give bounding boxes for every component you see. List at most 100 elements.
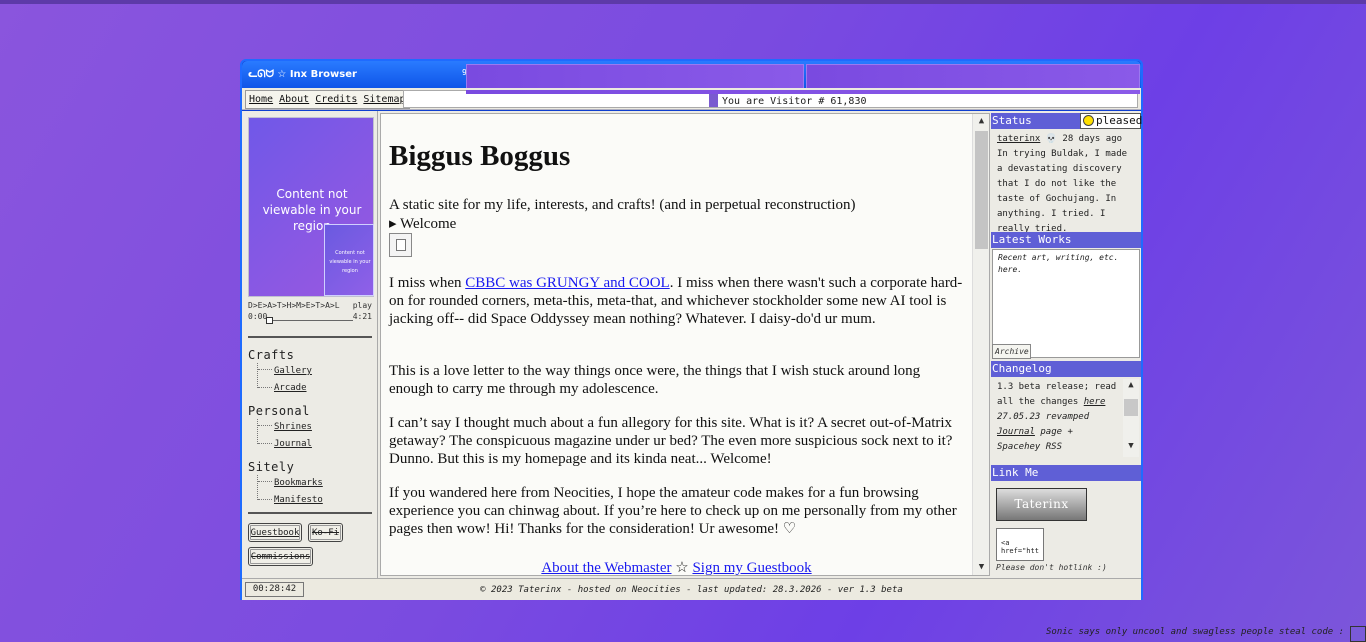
right-sidebar: Status pleased taterinx 💀 28 days ago In … [991,113,1143,578]
scroll-up-icon[interactable]: ▲ [973,114,989,129]
changelog-entry-2: revamped [1040,412,1090,422]
nav-home[interactable]: Home [249,94,273,105]
nav-credits[interactable]: Credits [315,94,357,105]
window-body: Content not viewable in your region Cont… [242,111,1143,578]
main-content: Biggus Boggus A static site for my life,… [380,113,990,576]
divider [248,336,372,338]
section-sitely: Sitely [248,460,295,474]
mood-text: pleased [1096,114,1143,127]
tree-branch [258,443,272,444]
tab-2[interactable] [806,64,1140,90]
about-webmaster-link[interactable]: About the Webmaster [541,560,671,575]
window-title: ᓚᘏᗢ ☆ Inx Browser [248,69,357,80]
kofi-button[interactable]: Ko-Fi [308,523,343,542]
title-bar: ᓚᘏᗢ ☆ Inx Browser 9 [242,61,1141,90]
commissions-button[interactable]: Commissions [248,547,313,566]
latest-works-subtitle: Recent art, writing, etc. here. [998,253,1119,274]
visitor-counter: You are Visitor # 61,830 [709,94,867,107]
status-box: taterinx 💀 28 days ago In trying Buldak, … [992,130,1140,234]
top-edge [0,0,1366,4]
tab-1[interactable] [466,64,804,90]
changelog-date: 27.05.23 [997,412,1041,422]
status-time: 28 days ago [1062,134,1123,144]
link-bookmarks[interactable]: Bookmarks [274,478,323,488]
link-journal[interactable]: Journal [274,439,312,449]
status-text: In trying Buldak, I made a devastating d… [997,149,1128,234]
visitor-text: You are Visitor # 61,830 [722,96,867,107]
latest-works-box: Recent art, writing, etc. here. [992,249,1140,358]
player-mini-preview: Content not viewable in your region [324,224,374,296]
sonic-footer: Sonic says only uncool and swagless peop… [1045,627,1344,637]
main-scrollbar[interactable]: ▲ ▼ [972,114,989,575]
page-title: Biggus Boggus [389,140,571,172]
hotlink-note: Please don't hotlink :) [996,563,1107,572]
changelog-header: Changelog [991,361,1141,377]
track-info: D>E>A>T>H>M>E>T>A>L play [248,301,374,310]
mini-blocked-message: Content not viewable in your region [329,250,371,274]
tree-branch [258,481,272,482]
status-bar: © 2023 Taterinx - hosted on Neocities - … [242,578,1141,600]
link-arcade[interactable]: Arcade [274,383,307,393]
paragraph-intro: I miss when CBBC was GRUNGY and COOL. I … [389,274,964,328]
guestbook-link[interactable]: Sign my Guestbook [692,560,811,575]
link-gallery[interactable]: Gallery [274,366,312,376]
duration: 4:21 [352,312,372,321]
changelog-scroll-thumb[interactable] [1124,399,1138,416]
changelog-scrollbar[interactable]: ▲ ▼ [1123,379,1139,457]
changelog-journal-link[interactable]: Journal [997,427,1035,437]
current-time: 0:00 [248,312,268,321]
nav-sitemap[interactable]: Sitemap [363,94,405,105]
tree-line [257,363,258,388]
changelog-title: Changelog [992,362,1052,375]
tree-line [257,475,258,500]
guestbook-button[interactable]: Guestbook [248,523,302,542]
tab-strip: 9 [462,64,1140,90]
latest-works-header: Latest Works [991,232,1141,248]
welcome-toggle[interactable]: ▸ Welcome [389,215,964,233]
link-manifesto[interactable]: Manifesto [274,495,323,505]
paragraph-allegory: I can’t say I thought much about a fun a… [389,415,953,467]
paragraph-neocities: If you wandered here from Neocities, I h… [389,485,957,537]
skull-icon: 💀 [1045,134,1057,144]
status-title: Status [992,114,1032,127]
link-me-title: Link Me [992,466,1039,479]
progress-slider[interactable] [266,320,353,321]
music-player[interactable]: Content not viewable in your region Cont… [248,117,374,297]
status-post: taterinx 💀 28 days ago In trying Buldak, … [992,130,1140,239]
address-bar[interactable]: You are Visitor # 61,830 [403,90,1140,108]
changelog-entries: 1.3 beta release; read all the changes h… [992,378,1122,457]
browser-window: ᓚᘏᗢ ☆ Inx Browser 9 Home About Credits S… [240,59,1143,600]
scroll-down-icon[interactable]: ▼ [973,560,989,575]
progress-knob[interactable] [266,317,273,324]
site-banner[interactable]: Taterinx [996,488,1087,521]
nav-menu: Home About Credits Sitemap [245,90,410,109]
content-links: About the Webmaster ☆ Sign my Guestbook [389,559,964,576]
star-separator: ☆ [675,560,689,576]
tagline: A static site for my life, interests, an… [389,197,856,213]
divider [248,512,372,514]
play-button[interactable]: play [353,301,372,310]
cbbc-link[interactable]: CBBC was GRUNGY and COOL [465,275,669,291]
sonic-icon [1350,626,1366,642]
counter-icon [709,94,718,107]
paragraph-love-letter: This is a love letter to the way things … [389,363,921,397]
tree-line [257,419,258,444]
scroll-thumb[interactable] [975,131,988,249]
latest-works-title: Latest Works [992,233,1072,246]
tree-branch [258,499,272,500]
footer-text: © 2023 Taterinx - hosted on Neocities - … [480,585,903,595]
changelog-here-link[interactable]: here [1084,397,1106,407]
link-me-header: Link Me [991,465,1141,481]
link-shrines[interactable]: Shrines [274,422,312,432]
changelog-scroll-up-icon[interactable]: ▲ [1123,380,1139,394]
mood-badge: pleased [1080,113,1143,129]
clock: 00:28:42 [245,582,304,597]
archive-button[interactable]: Archive [992,344,1031,359]
nav-about[interactable]: About [279,94,309,105]
section-crafts: Crafts [248,348,295,362]
status-author[interactable]: taterinx [997,134,1040,144]
tree-branch [258,425,272,426]
tree-branch [258,369,272,370]
embed-code-box[interactable]: <a href="htt [996,528,1044,561]
changelog-scroll-down-icon[interactable]: ▼ [1123,441,1139,455]
